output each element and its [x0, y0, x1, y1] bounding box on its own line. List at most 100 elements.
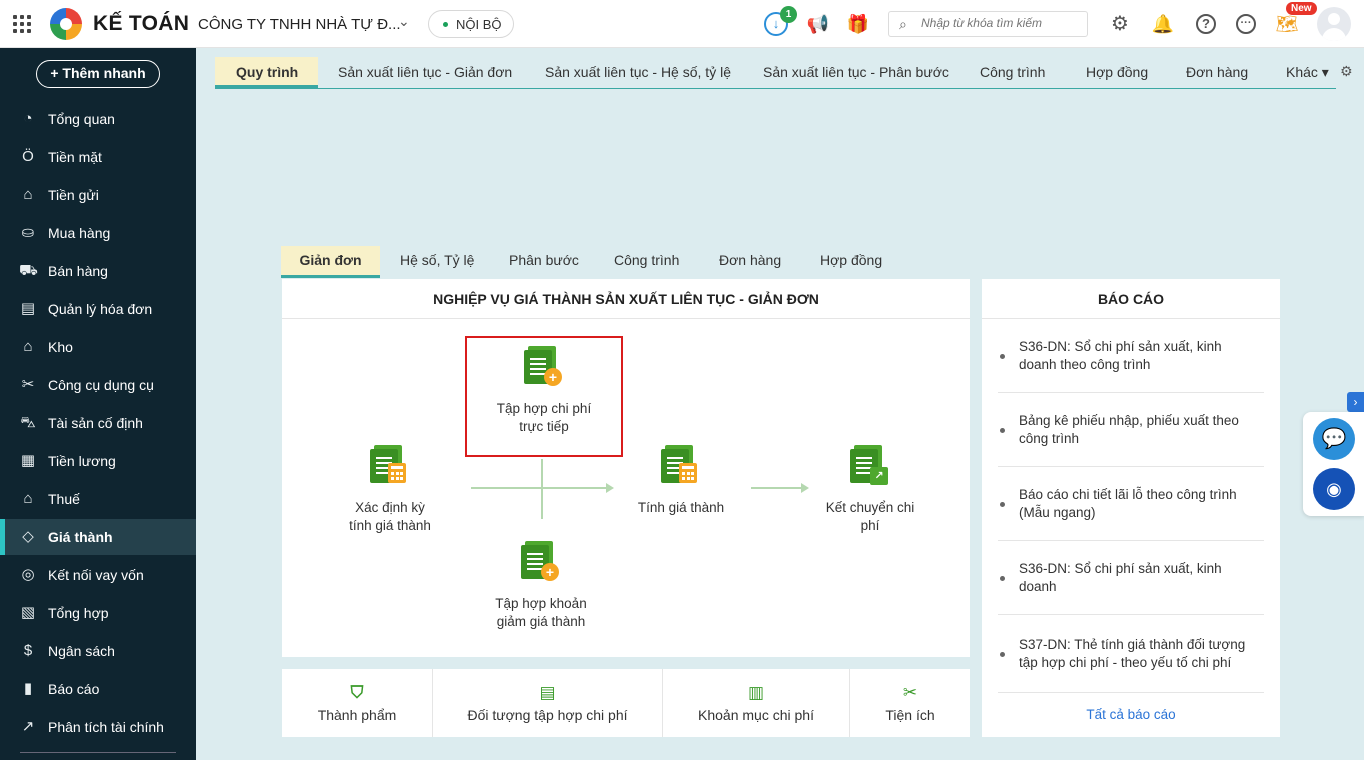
warehouse-icon: ⌂ — [23, 338, 33, 355]
search-input[interactable] — [921, 16, 1081, 30]
node-reduction[interactable]: + Tập hợp khoản giảm giá thành — [476, 541, 606, 631]
util-tien-ich[interactable]: ✂ Tiện ích — [850, 669, 970, 737]
tools-icon: ✂ — [902, 683, 918, 702]
report-item[interactable]: S36-DN: Sổ chi phí sản xuất, kinh doanh … — [998, 319, 1264, 393]
search-icon: ⌕ — [899, 16, 907, 32]
document-add-icon: + — [524, 346, 564, 390]
cart-icon: ⛟ — [19, 262, 38, 279]
report-item[interactable]: Báo cáo chi tiết lãi lỗ theo công trình … — [998, 467, 1264, 541]
sidebar-item[interactable]: ▧ Tổng hợp — [0, 595, 196, 631]
search-box[interactable]: ⌕ — [888, 11, 1088, 37]
tab-hop-dong[interactable]: Hợp đồng — [1086, 57, 1148, 88]
node-label: Kết chuyển chi phí — [825, 500, 915, 533]
report-item-label: S36-DN: Sổ chi phí sản xuất, kinh doanh — [1019, 560, 1222, 594]
arrow-head — [801, 483, 809, 493]
tab-settings-icon[interactable]: ⚙ — [1340, 63, 1353, 80]
tools-icon: ✂ — [21, 376, 35, 393]
sidebar-item[interactable]: ▮ Báo cáo — [0, 671, 196, 707]
all-reports-link[interactable]: Tất cả báo cáo — [982, 707, 1280, 722]
node-label: Xác định kỳ tính giá thành — [349, 500, 431, 533]
sidebar-item[interactable]: ✂ Công cụ dụng cụ — [0, 367, 196, 403]
subtab-phan-buoc[interactable]: Phân bước — [509, 246, 579, 278]
chat-icon[interactable]: 💬 — [1313, 418, 1355, 460]
help-icon[interactable]: ? — [1196, 14, 1216, 34]
gift-icon[interactable]: 🎁 — [846, 12, 870, 36]
subtab-he-so-ty-le[interactable]: Hệ số, Tỷ lệ — [400, 246, 474, 278]
subtab-cong-trinh[interactable]: Công trình — [614, 246, 679, 278]
node-calculate[interactable]: Tính giá thành — [621, 445, 741, 517]
megaphone-icon[interactable]: 📢 — [806, 12, 830, 36]
tab-quy-trinh[interactable]: Quy trình — [215, 57, 318, 88]
sidebar-item[interactable]: ⌂ Kho — [0, 329, 196, 365]
sidebar-item-label: Mua hàng — [48, 225, 111, 241]
report-item[interactable]: S36-DN: Sổ chi phí sản xuất, kinh doanh — [998, 541, 1264, 615]
report-item-label: Bảng kê phiếu nhập, phiếu xuất theo công… — [1019, 412, 1239, 446]
sidebar-item-label: Công cụ dụng cụ — [48, 377, 154, 393]
util-khoan-muc[interactable]: ▥ Khoản mục chi phí — [663, 669, 850, 737]
sidebar-item[interactable]: ⛟ Bán hàng — [0, 253, 196, 289]
tab-san-xuat-gian-don[interactable]: Sản xuất liên tục - Giản đơn — [338, 57, 512, 88]
summary-icon: ▧ — [20, 604, 36, 621]
sidebar-item[interactable]: ⌂ Tiền gửi — [0, 177, 196, 213]
subtab-hop-dong[interactable]: Hợp đồng — [820, 246, 882, 278]
bank-icon: ⌂ — [23, 186, 33, 203]
tab-khac[interactable]: Khác ▾ — [1286, 57, 1329, 88]
tax-icon: ⌂ — [23, 490, 33, 507]
sidebar-item[interactable]: ▤ Quản lý hóa đơn — [0, 291, 196, 327]
more-icon[interactable]: ··· — [1236, 14, 1256, 34]
sidebar-item-label: Quản lý hóa đơn — [48, 301, 153, 317]
node-transfer[interactable]: ↗ Kết chuyển chi phí — [810, 445, 930, 535]
node-direct-cost[interactable]: + Tập hợp chi phí trực tiếp — [465, 346, 623, 436]
chevron-down-icon[interactable]: ⌄ — [398, 13, 410, 30]
util-doi-tuong[interactable]: ▤ Đối tượng tập hợp chi phí — [433, 669, 663, 737]
sidebar-item[interactable]: ◔ Tổng quan — [0, 101, 196, 137]
sidebar-item[interactable]: ↗ Phân tích tài chính — [0, 709, 196, 745]
floating-support-panel: 💬 ◉ — [1303, 412, 1364, 516]
download-count-badge: 1 — [780, 6, 797, 23]
sidebar-item-label: Giá thành — [48, 529, 113, 545]
subtab-gian-don[interactable]: Giản đơn — [281, 246, 380, 278]
sidebar-item-label: Tiền gửi — [48, 187, 99, 203]
sidebar-item-label: Thuế — [48, 491, 80, 507]
tab-san-xuat-he-so[interactable]: Sản xuất liên tục - Hệ số, tỷ lệ — [545, 57, 731, 88]
node-label: Tập hợp khoản giảm giá thành — [495, 596, 587, 629]
util-thanh-pham[interactable]: ⛉ Thành phẩm — [282, 669, 433, 737]
subtab-don-hang[interactable]: Đơn hàng — [719, 246, 781, 278]
sidebar-item-label: Bán hàng — [48, 263, 108, 279]
node-period[interactable]: Xác định kỳ tính giá thành — [330, 445, 450, 535]
sidebar-item[interactable]: ◎ Kết nối vay vốn — [0, 557, 196, 593]
tab-don-hang[interactable]: Đơn hàng — [1186, 57, 1248, 88]
apps-grid-icon[interactable] — [13, 15, 31, 33]
sidebar: + Thêm nhanh ◔ Tổng quan Ö Tiền mặt ⌂ Tiền gử… — [0, 48, 196, 760]
tab-san-xuat-phan-buoc[interactable]: Sản xuất liên tục - Phân bước — [763, 57, 949, 88]
sidebar-item[interactable]: ⛀ Mua hàng — [0, 215, 196, 251]
company-selector[interactable]: CÔNG TY TNHH NHÀ TỰ Đ... — [198, 16, 401, 33]
util-label: Thành phẩm — [317, 707, 397, 723]
sidebar-item[interactable]: $ Ngân sách — [0, 633, 196, 669]
avatar[interactable] — [1317, 7, 1351, 41]
map-icon[interactable]: 🗺 — [1275, 12, 1299, 36]
tab-cong-trinh[interactable]: Công trình — [980, 57, 1045, 88]
chevron-right-icon[interactable]: › — [1347, 392, 1364, 412]
quick-add-button[interactable]: + Thêm nhanh — [36, 60, 160, 88]
sidebar-item[interactable]: ⌂ Thuế — [0, 481, 196, 517]
report-item[interactable]: Bảng kê phiếu nhập, phiếu xuất theo công… — [998, 393, 1264, 467]
sidebar-item[interactable]: Ö Tiền mặt — [0, 139, 196, 175]
gear-icon[interactable]: ⚙ — [1108, 12, 1132, 36]
sidebar-item[interactable]: ▦ Tiền lương — [0, 443, 196, 479]
sidebar-item-label: Tiền lương — [48, 453, 116, 469]
chatbot-icon[interactable]: ◉ — [1313, 468, 1355, 510]
report-item[interactable]: S37-DN: Thẻ tính giá thành đối tượng tập… — [998, 615, 1264, 693]
bell-icon[interactable]: 🔔 — [1151, 12, 1175, 36]
sidebar-item-label: Tổng hợp — [48, 605, 109, 621]
cash-icon: Ö — [22, 148, 34, 165]
sidebar-item[interactable]: ⛍ Tài sản cố định — [0, 405, 196, 441]
top-bar: KẾ TOÁN CÔNG TY TNHH NHÀ TỰ Đ... ⌄ NỘI B… — [0, 0, 1364, 48]
report-chart-icon: ▮ — [23, 680, 33, 697]
scope-badge[interactable]: NỘI BỘ — [428, 10, 514, 38]
app-title: KẾ TOÁN — [93, 12, 190, 35]
document-dollar-icon: ▥ — [747, 683, 765, 702]
reports-title: BÁO CÁO — [982, 279, 1280, 319]
sidebar-item[interactable]: ◇ Giá thành — [0, 519, 196, 555]
arrow-head — [606, 483, 614, 493]
